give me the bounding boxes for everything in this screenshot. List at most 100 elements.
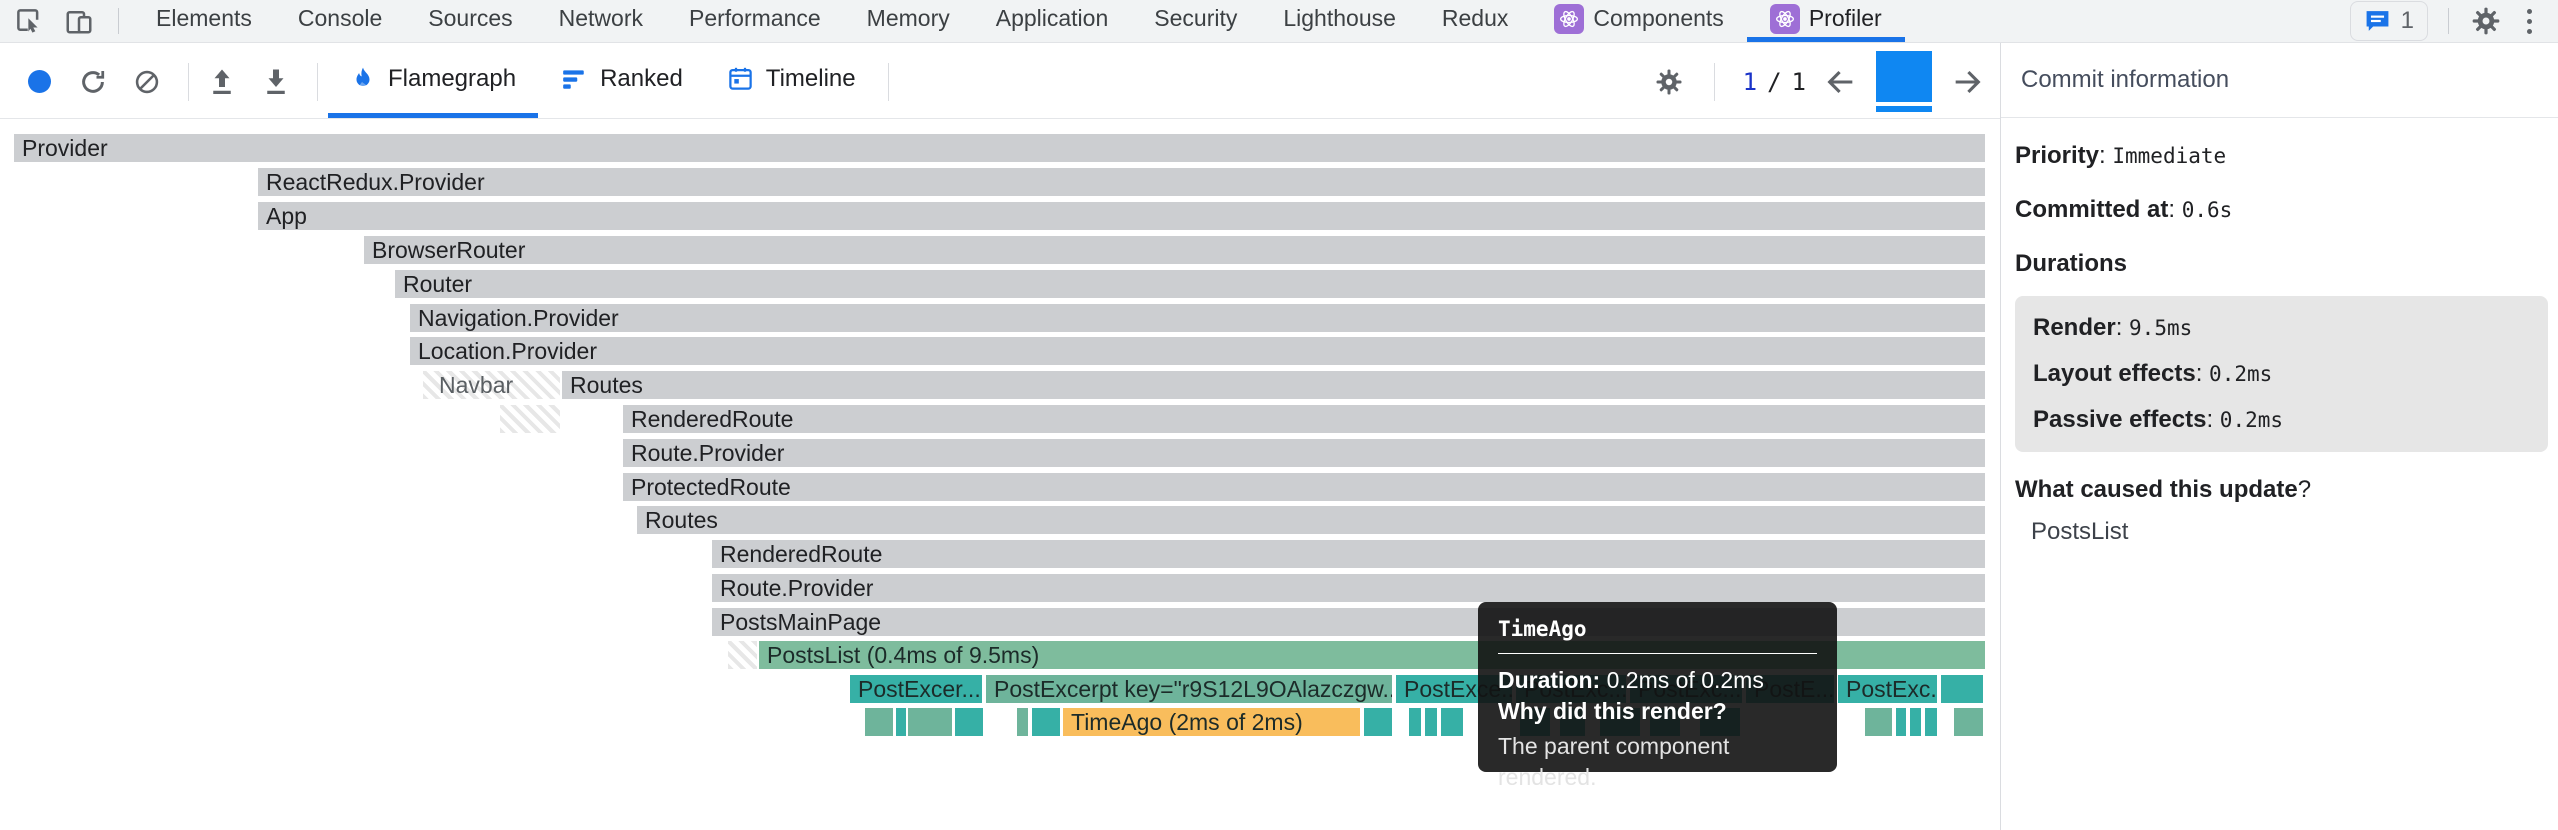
committed-at-row: Committed at: 0.6s bbox=[2015, 196, 2548, 224]
tab-lighthouse[interactable]: Lighthouse bbox=[1260, 0, 1419, 42]
flame-bar[interactable] bbox=[1896, 708, 1906, 736]
tab-memory[interactable]: Memory bbox=[844, 0, 973, 42]
flame-bar-route-provider[interactable]: Route.Provider bbox=[712, 574, 1985, 602]
tooltip-component-name: TimeAgo bbox=[1498, 617, 1817, 641]
reload-and-profile-icon[interactable] bbox=[76, 65, 110, 99]
inspect-element-icon[interactable] bbox=[12, 4, 46, 38]
view-tab-flamegraph[interactable]: Flamegraph bbox=[328, 44, 538, 119]
flame-bar[interactable] bbox=[1409, 708, 1421, 736]
tab-application[interactable]: Application bbox=[973, 0, 1132, 42]
flame-bar-routes[interactable]: Routes bbox=[562, 371, 1985, 399]
flame-bar[interactable] bbox=[1441, 708, 1463, 736]
flame-bar[interactable] bbox=[1941, 675, 1983, 703]
flame-bar-renderedroute[interactable]: RenderedRoute bbox=[623, 405, 1985, 433]
flame-bar-location-provider[interactable]: Location.Provider bbox=[410, 337, 1985, 365]
commit-info-title: Commit information bbox=[2001, 43, 2558, 118]
toolbar-divider bbox=[317, 63, 318, 101]
passive-effects-row: Passive effects: 0.2ms bbox=[2033, 406, 2548, 434]
flame-bar-reactredux-provider[interactable]: ReactRedux.Provider bbox=[258, 168, 1985, 196]
priority-row: Priority: Immediate bbox=[2015, 142, 2548, 170]
tab-profiler[interactable]: Profiler bbox=[1747, 0, 1905, 42]
tooltip-duration-line: Duration: 0.2ms of 0.2ms bbox=[1498, 665, 1817, 696]
layout-effects-row: Layout effects: 0.2ms bbox=[2033, 360, 2548, 388]
flame-bar[interactable] bbox=[1865, 708, 1892, 736]
flame-bar-postexcer[interactable]: PostExcer... bbox=[850, 675, 982, 703]
flame-bar[interactable] bbox=[1017, 708, 1028, 736]
flame-bar-renderedroute[interactable]: RenderedRoute bbox=[712, 540, 1985, 568]
react-atom-icon bbox=[1559, 9, 1579, 29]
more-options-icon[interactable] bbox=[2517, 5, 2542, 38]
flame-bar[interactable] bbox=[865, 708, 893, 736]
commit-current: 1 bbox=[1743, 68, 1757, 96]
feedback-count: 1 bbox=[2401, 7, 2414, 35]
committed-at-label: Committed at bbox=[2015, 196, 2168, 223]
priority-label: Priority bbox=[2015, 142, 2099, 169]
flame-bar-routes[interactable]: Routes bbox=[637, 506, 1985, 534]
upload-profile-icon[interactable] bbox=[205, 65, 239, 99]
flame-bar[interactable] bbox=[896, 708, 906, 736]
flame-bar-provider[interactable]: Provider bbox=[14, 134, 1985, 162]
devtools-tabbar: ElementsConsoleSourcesNetworkPerformance… bbox=[0, 0, 2558, 43]
tab-elements[interactable]: Elements bbox=[133, 0, 275, 42]
flame-bar[interactable] bbox=[908, 708, 952, 736]
devtools-tabs: ElementsConsoleSourcesNetworkPerformance… bbox=[133, 0, 1905, 42]
flame-bar-browserrouter[interactable]: BrowserRouter bbox=[364, 236, 1985, 264]
profiler-view-tabs: FlamegraphRankedTimeline bbox=[328, 44, 878, 119]
tabbar-right-controls: 1 bbox=[2350, 0, 2558, 42]
flame-bar[interactable] bbox=[500, 405, 560, 433]
previous-commit-arrow-icon[interactable] bbox=[1824, 65, 1858, 99]
tab-security[interactable]: Security bbox=[1131, 0, 1260, 42]
flamegraph-tooltip: TimeAgo Duration: 0.2ms of 0.2ms Why did… bbox=[1478, 602, 1837, 772]
flame-bar-protectedroute[interactable]: ProtectedRoute bbox=[623, 473, 1985, 501]
commit-snapshot-strip bbox=[1876, 106, 1932, 112]
tab-console[interactable]: Console bbox=[275, 0, 405, 42]
priority-value: Immediate bbox=[2112, 144, 2226, 168]
update-cause-item[interactable]: PostsList bbox=[2015, 518, 2548, 546]
flame-bar[interactable] bbox=[1032, 708, 1060, 736]
commit-snapshot-selector[interactable] bbox=[1876, 51, 1932, 112]
tab-redux[interactable]: Redux bbox=[1419, 0, 1531, 42]
view-tab-ranked[interactable]: Ranked bbox=[538, 44, 705, 119]
view-tab-timeline[interactable]: Timeline bbox=[705, 44, 878, 119]
flame-bar-route-provider[interactable]: Route.Provider bbox=[623, 439, 1985, 467]
commit-pager: 1 / 1 bbox=[1743, 68, 1806, 96]
flame-bar[interactable] bbox=[1925, 708, 1937, 736]
profiler-toolbar: FlamegraphRankedTimeline bbox=[0, 44, 2000, 119]
durations-heading: Durations bbox=[2015, 250, 2548, 278]
next-commit-arrow-icon[interactable] bbox=[1950, 65, 1984, 99]
record-profiling-button[interactable] bbox=[22, 65, 56, 99]
tabbar-divider bbox=[118, 8, 119, 34]
tab-sources[interactable]: Sources bbox=[405, 0, 535, 42]
flame-icon bbox=[350, 65, 376, 93]
flame-bar[interactable] bbox=[955, 708, 983, 736]
settings-gear-icon[interactable] bbox=[2469, 4, 2503, 38]
react-atom-icon bbox=[1775, 9, 1795, 29]
flame-bar[interactable] bbox=[1954, 708, 1983, 736]
tab-performance[interactable]: Performance bbox=[666, 0, 844, 42]
clear-profiling-data-icon[interactable] bbox=[130, 65, 164, 99]
tab-components[interactable]: Components bbox=[1531, 0, 1746, 42]
flame-bar-navbar[interactable]: Navbar bbox=[423, 371, 560, 399]
download-profile-icon[interactable] bbox=[259, 65, 293, 99]
device-toolbar-icon[interactable] bbox=[62, 4, 96, 38]
toolbar-divider bbox=[1714, 63, 1715, 101]
flame-bar-navigation-provider[interactable]: Navigation.Provider bbox=[410, 304, 1985, 332]
flame-bar-postexcerpt[interactable]: PostExcerpt key="r9S12L9OAlazczgw... bbox=[986, 675, 1392, 703]
flame-bar[interactable] bbox=[1364, 708, 1392, 736]
flame-bar-postexc[interactable]: PostExc... bbox=[1838, 675, 1937, 703]
flame-bar-router[interactable]: Router bbox=[395, 270, 1985, 298]
import-export-group bbox=[199, 44, 307, 119]
profiler-settings-gear-icon[interactable] bbox=[1652, 65, 1686, 99]
commit-snapshot-bar[interactable] bbox=[1876, 51, 1932, 102]
flame-bar-timeago[interactable]: TimeAgo (2ms of 2ms) bbox=[1063, 708, 1360, 736]
feedback-button[interactable]: 1 bbox=[2350, 1, 2428, 41]
timeline-calendar-icon bbox=[727, 65, 754, 92]
tab-network[interactable]: Network bbox=[536, 0, 666, 42]
commit-info-panel: Commit information Priority: Immediate C… bbox=[2001, 43, 2558, 830]
commit-total: 1 bbox=[1792, 68, 1806, 96]
flame-bar[interactable] bbox=[1425, 708, 1437, 736]
flame-bar-app[interactable]: App bbox=[258, 202, 1985, 230]
toolbar-divider bbox=[188, 63, 189, 101]
flame-bar[interactable] bbox=[1910, 708, 1921, 736]
flame-bar[interactable] bbox=[728, 641, 757, 669]
